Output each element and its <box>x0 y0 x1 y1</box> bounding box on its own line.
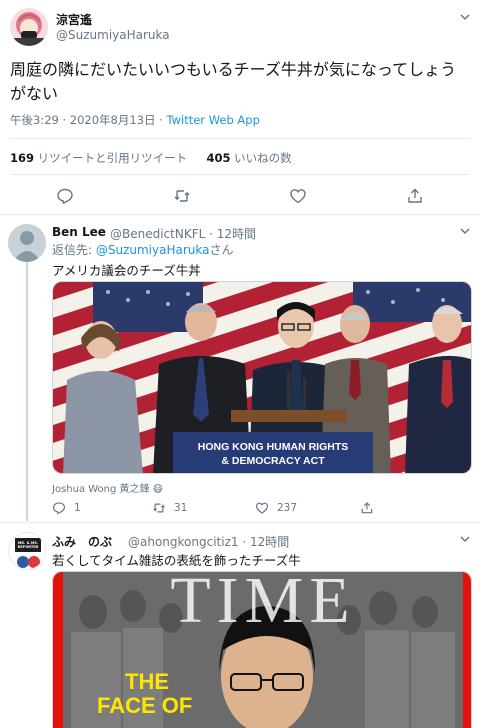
more-options-chevron-icon[interactable] <box>458 532 472 546</box>
tweet-text: 周庭の隣にだいたいいつもいるチーズ牛丼が気になってしょうがない <box>10 60 457 103</box>
podium-sign-line2: & DEMOCRACY ACT <box>221 455 325 467</box>
more-options-chevron-icon[interactable] <box>458 10 472 24</box>
reply-retweets-count: 31 <box>174 502 188 514</box>
retweet-icon[interactable] <box>172 186 192 206</box>
tweet-source-link[interactable]: Twitter Web App <box>166 113 259 127</box>
reply-likes-stat[interactable]: 237 <box>255 501 297 515</box>
cover-line2: FACE OF <box>97 693 193 718</box>
thread-line <box>26 261 28 521</box>
reply-text: 若くしてタイム雑誌の表紙を飾ったチーズ牛 <box>52 553 301 568</box>
reply-text: アメリカ議会のチーズ牛丼 <box>52 263 201 278</box>
reply-tweet[interactable]: MR. & MS. REPORTER ふみ のぶ @ahongkongcitiz… <box>0 523 480 728</box>
cover-line1: THE <box>125 669 169 694</box>
divider <box>10 174 470 175</box>
tweet-timestamp[interactable]: 午後3:29 · 2020年8月13日 · <box>10 113 166 127</box>
likes-label: いいねの数 <box>230 151 292 165</box>
retweets-count: 169 <box>10 151 35 165</box>
media-caption[interactable]: Joshua Wong 黃之鋒 😷 <box>52 480 163 495</box>
reply-media-photo[interactable]: TIME THE FACE OF <box>52 571 472 728</box>
reply-author-handle[interactable]: @ahongkongcitiz1 · 12時間 <box>128 533 289 550</box>
replying-to-mention[interactable]: @SuzumiyaHaruka <box>96 243 210 257</box>
reply-author-name[interactable]: Ben Lee <box>52 225 106 239</box>
author-handle[interactable]: @SuzumiyaHaruka <box>56 28 170 42</box>
likes-stat[interactable]: 405 いいねの数 <box>206 151 291 165</box>
retweets-label: リツイートと引用リツイート <box>34 151 188 165</box>
reply-likes-count: 237 <box>277 502 298 514</box>
magazine-title: TIME <box>170 571 356 637</box>
reply-replies-count: 1 <box>74 502 81 514</box>
reply-share-stat[interactable] <box>360 501 382 515</box>
podium-sign: HONG KONG HUMAN RIGHTS & DEMOCRACY ACT <box>173 440 373 468</box>
reply-icon[interactable] <box>52 501 66 515</box>
reply-retweets-stat[interactable]: 31 <box>152 501 187 515</box>
reply-icon[interactable] <box>55 186 75 206</box>
cover-headline: THE FACE OF <box>97 670 192 718</box>
replying-to-suffix: さん <box>209 243 234 257</box>
reply-avatar[interactable] <box>8 224 46 262</box>
author-name[interactable]: 涼宮遙 <box>56 11 92 28</box>
share-icon[interactable] <box>405 186 425 206</box>
tweet-meta: 午後3:29 · 2020年8月13日 · Twitter Web App <box>10 112 260 128</box>
reply-tweet[interactable]: Ben Lee @BenedictNKFL · 12時間 返信先: @Suzum… <box>0 215 480 523</box>
reply-author-handle[interactable]: @BenedictNKFL · 12時間 <box>110 225 256 242</box>
replying-to: 返信先: @SuzumiyaHarukaさん <box>52 241 234 258</box>
avatar-text: MR. & MS. REPORTER <box>17 541 39 549</box>
reply-replies-stat[interactable]: 1 <box>52 501 81 515</box>
likes-count: 405 <box>206 151 231 165</box>
reply-media-photo[interactable]: HONG KONG HUMAN RIGHTS & DEMOCRACY ACT <box>52 281 472 474</box>
main-tweet: 涼宮遙 @SuzumiyaHaruka 周庭の隣にだいたいいつもいるチーズ牛丼が… <box>0 0 480 215</box>
reply-avatar[interactable]: MR. & MS. REPORTER <box>8 532 46 570</box>
like-icon[interactable] <box>255 501 269 515</box>
retweet-icon[interactable] <box>152 501 166 515</box>
divider <box>10 138 470 139</box>
reply-author-name[interactable]: ふみ のぶ <box>52 533 112 550</box>
share-icon[interactable] <box>360 501 374 515</box>
author-avatar[interactable] <box>10 8 48 46</box>
replying-to-prefix: 返信先: <box>52 243 96 257</box>
retweets-stat[interactable]: 169 リツイートと引用リツイート <box>10 151 187 165</box>
tweet-stats: 169 リツイートと引用リツイート 405 いいねの数 <box>10 150 292 166</box>
podium-sign-line1: HONG KONG HUMAN RIGHTS <box>197 441 349 453</box>
more-options-chevron-icon[interactable] <box>458 224 472 238</box>
like-icon[interactable] <box>288 186 308 206</box>
